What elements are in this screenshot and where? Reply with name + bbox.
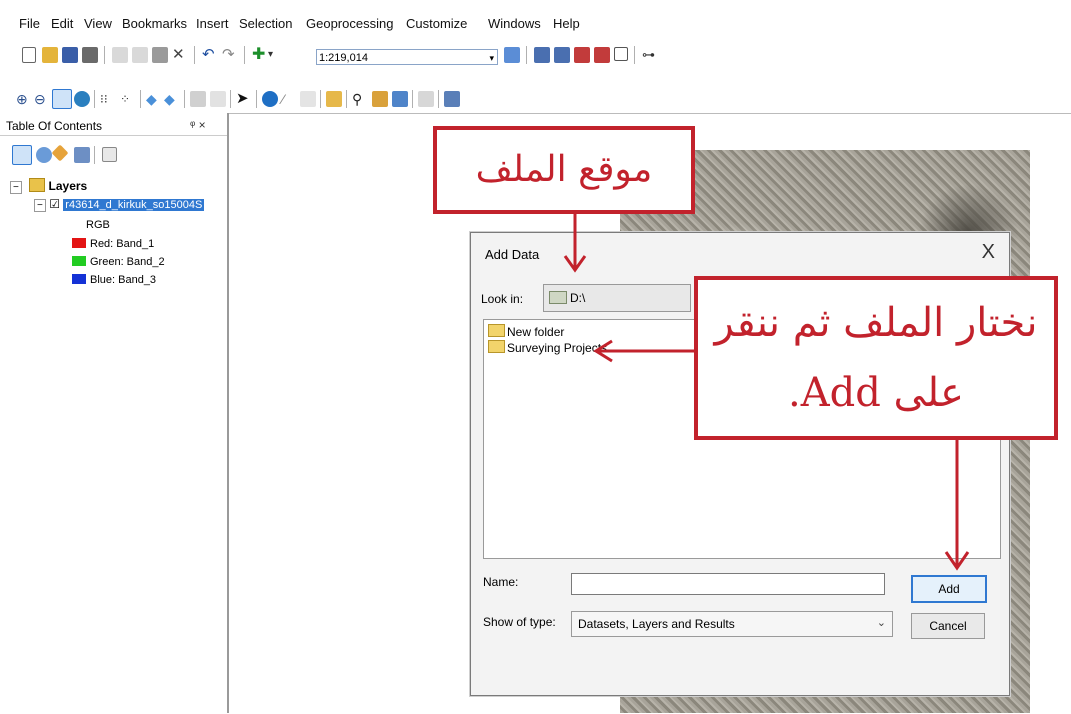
callout-file-location: موقع الملف xyxy=(433,126,695,214)
callout-line-1: نختار الملف ثم ننقر xyxy=(714,300,1038,346)
callout-line-2: على Add. xyxy=(788,370,964,416)
callout-choose-file: نختار الملف ثم ننقر على Add. xyxy=(694,276,1058,440)
